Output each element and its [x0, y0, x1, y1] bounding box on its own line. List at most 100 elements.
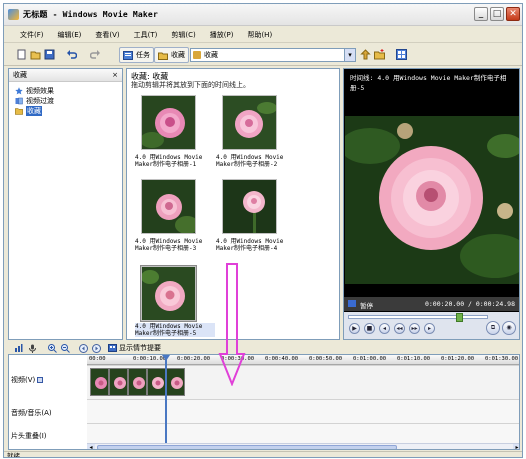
stop-icon[interactable]: ■ [364, 323, 375, 334]
chevron-down-icon[interactable]: ▾ [344, 49, 355, 61]
collection-location-value: 收藏 [204, 51, 218, 59]
play-icon[interactable]: ▶ [349, 323, 360, 334]
tree-pane-header: 收藏 [9, 69, 122, 82]
menu-clip[interactable]: 剪辑(C) [171, 30, 195, 40]
clip-thumbnail-1[interactable] [141, 95, 196, 150]
clip-thumbnail-4[interactable] [222, 179, 277, 234]
folder-icon [193, 51, 201, 59]
timeline-clip[interactable] [128, 368, 147, 396]
clip-caption-4: 4.0 用Windows Movie Maker制作电子相册-4 [216, 238, 284, 252]
set-audio-levels-icon[interactable] [14, 344, 23, 353]
tree-item-video-effects[interactable]: 视频效果 [15, 86, 54, 96]
seek-bar[interactable] [348, 313, 488, 322]
zoom-in-icon[interactable] [48, 344, 57, 353]
collections-folder-icon [158, 52, 168, 60]
timeline-clip[interactable] [147, 368, 166, 396]
tree-close-icon[interactable]: × [111, 71, 119, 79]
collections-button[interactable]: 收藏 [154, 47, 189, 63]
menu-help[interactable]: 帮助(H) [247, 30, 272, 40]
timeline-clip[interactable] [166, 368, 185, 396]
menu-view[interactable]: 查看(V) [95, 30, 119, 40]
tree-item-collections[interactable]: 收藏 [15, 106, 42, 116]
clip-thumbnail-5[interactable] [140, 265, 197, 322]
collections-label: 收藏 [171, 51, 185, 59]
timeline-clip[interactable] [109, 368, 128, 396]
scroll-left-icon[interactable]: ◂ [87, 444, 95, 449]
undo-icon[interactable] [66, 49, 77, 60]
menu-edit[interactable]: 编辑(E) [58, 30, 82, 40]
video-track-label: 视频(V) [11, 375, 87, 385]
rose-photo-2 [223, 96, 276, 149]
views-icon[interactable] [396, 49, 407, 60]
clip-thumbnail-2[interactable] [222, 95, 277, 150]
tree-item-label: 视频效果 [26, 87, 54, 95]
open-icon[interactable] [30, 49, 41, 60]
transition-icon [15, 97, 23, 105]
rose-preview-image [345, 116, 519, 284]
clip-caption-3: 4.0 用Windows Movie Maker制作电子相册-3 [135, 238, 203, 252]
tasks-button[interactable]: 任务 [119, 47, 154, 63]
narrate-icon[interactable] [28, 344, 37, 353]
app-window: 无标题 - Windows Movie Maker _ □ ✕ 文件(F) 编辑… [3, 3, 523, 458]
new-icon[interactable] [16, 49, 27, 60]
save-icon[interactable] [44, 49, 55, 60]
ruler-tick-label: 0:00:40.00 [265, 356, 299, 362]
snapshot-icon[interactable]: ◉ [502, 321, 516, 335]
up-folder-icon[interactable] [360, 49, 371, 60]
rose-photo-4 [223, 180, 276, 233]
status-bar: 就绪 [4, 451, 522, 457]
menu-bar: 文件(F) 编辑(E) 查看(V) 工具(T) 剪辑(C) 播放(P) 帮助(H… [4, 27, 522, 43]
tasks-icon [123, 50, 133, 60]
rewind-timeline-icon[interactable] [79, 344, 88, 353]
ruler-tick-label: 0:01:00.00 [353, 356, 387, 362]
menu-tools[interactable]: 工具(T) [134, 30, 158, 40]
new-folder-icon[interactable] [374, 49, 385, 60]
forward-icon[interactable]: ▸▸ [409, 323, 420, 334]
title-bar[interactable]: 无标题 - Windows Movie Maker _ □ ✕ [4, 4, 522, 26]
title-overlay-track[interactable] [87, 423, 519, 443]
previous-frame-icon[interactable]: ◂ [379, 323, 390, 334]
clip-caption-5: 4.0 用Windows Movie Maker制作电子相册-5 [135, 323, 215, 337]
split-clip-icon[interactable]: ⧉ [486, 321, 500, 335]
clip-caption-1: 4.0 用Windows Movie Maker制作电子相册-1 [135, 154, 203, 168]
audio-music-track[interactable] [87, 399, 519, 423]
video-track[interactable] [87, 365, 519, 399]
time-ruler[interactable]: 00:00 0:00:10.00 0:00:20.00 0:00:30.00 0:00:… [87, 355, 519, 365]
show-storyboard-button[interactable]: 显示情节提要 [108, 343, 161, 353]
tree-item-label: 视频过渡 [26, 97, 54, 105]
timeline-horizontal-scrollbar[interactable]: ◂ ▸ [87, 443, 519, 449]
playhead-line[interactable] [165, 355, 167, 443]
maximize-button[interactable]: □ [490, 7, 504, 21]
timeline-toolbar: 显示情节提要 [8, 343, 520, 354]
scroll-right-icon[interactable]: ▸ [513, 444, 519, 449]
playback-time: 0:00:20.00 / 0:00:24.98 [424, 300, 515, 308]
redo-icon[interactable] [90, 49, 101, 60]
collection-location-dropdown[interactable]: 收藏 ▾ [190, 48, 356, 62]
collections-tree-pane: 收藏 × 视频效果 视频过渡 收藏 [8, 68, 123, 340]
seek-handle[interactable] [456, 313, 463, 322]
menu-file[interactable]: 文件(F) [20, 30, 44, 40]
ruler-tick-label: 0:00:10.00 [133, 356, 167, 362]
play-timeline-icon[interactable] [92, 344, 101, 353]
minimize-button[interactable]: _ [474, 7, 488, 21]
next-frame-icon[interactable]: ▸ [424, 323, 435, 334]
storyboard-label: 显示情节提要 [119, 344, 161, 352]
close-button[interactable]: ✕ [506, 7, 520, 21]
clip-thumbnail-3[interactable] [141, 179, 196, 234]
timeline-clip[interactable] [90, 368, 109, 396]
folder-icon [15, 108, 23, 115]
rewind-icon[interactable]: ◂◂ [394, 323, 405, 334]
menu-play[interactable]: 播放(P) [210, 30, 234, 40]
storyboard-icon [108, 344, 117, 352]
zoom-out-icon[interactable] [61, 344, 70, 353]
preview-monitor: 时间线: 4.0 用Windows Movie Maker制作电子相册-5 暂停… [343, 68, 520, 340]
ruler-tick-label: 0:00:20.00 [177, 356, 211, 362]
collection-hint: 拖动剪辑并将其放到下面的时间线上。 [131, 81, 250, 89]
rose-photo-3 [142, 180, 195, 233]
clip-caption-2: 4.0 用Windows Movie Maker制作电子相册-2 [216, 154, 284, 168]
toolbar: 任务 收藏 收藏 ▾ [4, 44, 522, 66]
tree-item-video-transitions[interactable]: 视频过渡 [15, 96, 54, 106]
expand-track-icon[interactable] [37, 377, 44, 383]
scrollbar-thumb[interactable] [97, 445, 397, 449]
title-overlay-track-label: 片头重叠(I) [11, 432, 47, 440]
